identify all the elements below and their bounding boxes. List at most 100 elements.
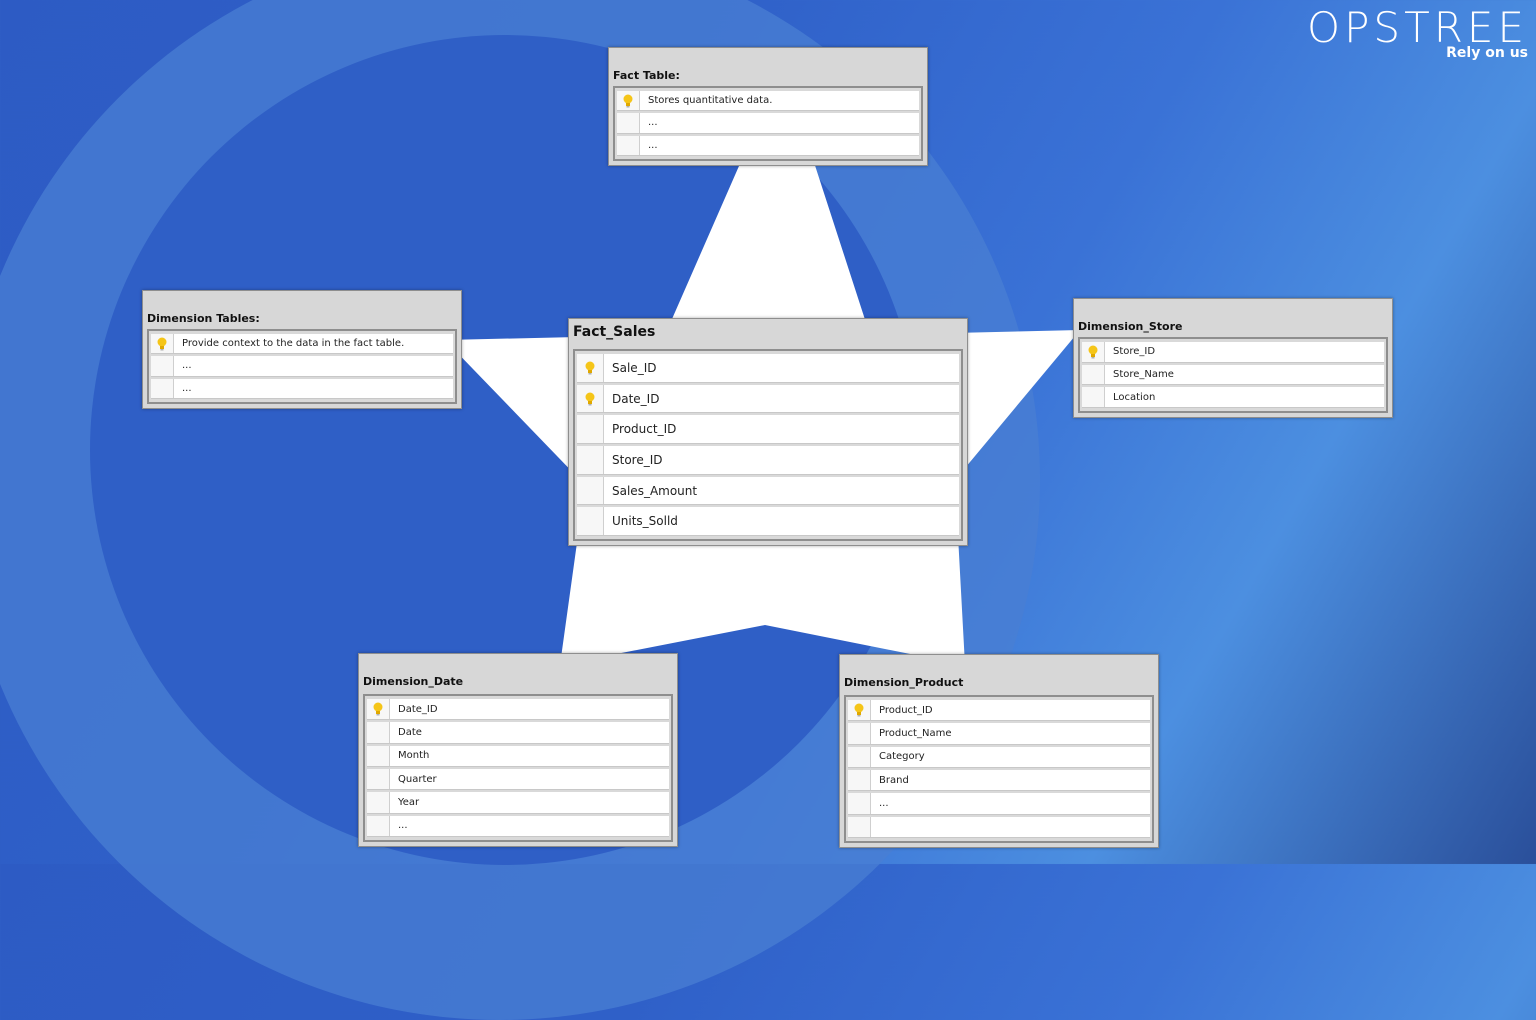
table-row: ... bbox=[617, 135, 919, 156]
row-label: Category bbox=[879, 751, 925, 763]
empty-cell bbox=[848, 746, 871, 767]
dimension-store-rows: Store_ID Store_Name Location bbox=[1078, 337, 1388, 413]
empty-cell bbox=[1082, 364, 1105, 385]
dimension-tables-note-rows: Provide context to the data in the fact … bbox=[147, 329, 457, 404]
table-row: ... bbox=[151, 356, 453, 377]
row-label: Product_ID bbox=[612, 422, 677, 437]
empty-cell bbox=[617, 113, 640, 133]
empty-cell bbox=[848, 769, 871, 791]
table-row: Location bbox=[1082, 387, 1384, 409]
dimension-store-table: Dimension_Store Store_ID Store_Name Locati… bbox=[1073, 298, 1393, 418]
empty-cell bbox=[1082, 387, 1105, 408]
empty-cell bbox=[848, 816, 871, 837]
dimension-product-table: Dimension_Product Product_ID Product_Name… bbox=[839, 654, 1159, 848]
row-label: ... bbox=[182, 360, 192, 372]
row-label: Brand bbox=[879, 774, 909, 786]
row-label: Year bbox=[398, 796, 420, 808]
row-label: ... bbox=[182, 382, 192, 394]
fact-sales-title: Fact_Sales bbox=[573, 324, 656, 340]
row-label: Sale_ID bbox=[612, 360, 657, 375]
table-row: ... bbox=[848, 793, 1150, 815]
lightbulb-icon bbox=[367, 699, 390, 720]
table-row: Store_Name bbox=[1082, 364, 1384, 386]
dimension-product-rows: Product_ID Product_Name Category Brand... bbox=[844, 695, 1154, 843]
table-row: Month bbox=[367, 745, 669, 767]
empty-cell bbox=[151, 378, 174, 398]
lightbulb-icon bbox=[577, 354, 604, 382]
dimension-date-table: Dimension_Date Date_ID Date Month Quarter Ye… bbox=[358, 653, 678, 847]
row-label: ... bbox=[648, 117, 658, 129]
row-label: Store_ID bbox=[1113, 346, 1156, 358]
empty-cell bbox=[367, 768, 390, 790]
dimension-tables-note: Dimension Tables: Provide context to the… bbox=[142, 290, 462, 409]
row-label: Date bbox=[398, 726, 422, 738]
row-label: Date_ID bbox=[612, 391, 660, 406]
fact-sales-rows: Sale_ID Date_ID Product_ID Store_ID Sales_Am… bbox=[573, 349, 963, 541]
table-row: Product_Name bbox=[848, 723, 1150, 745]
table-row: Sale_ID bbox=[577, 354, 959, 383]
brand-name: OPSTREE bbox=[1307, 3, 1528, 52]
table-row: Date_ID bbox=[367, 699, 669, 721]
lightbulb-icon bbox=[617, 91, 640, 111]
empty-cell bbox=[848, 793, 871, 814]
table-row: Category bbox=[848, 746, 1150, 768]
table-row: Date_ID bbox=[577, 384, 959, 414]
row-label: ... bbox=[648, 139, 658, 151]
lightbulb-icon bbox=[151, 334, 174, 354]
table-row: Sales_Amount bbox=[577, 476, 959, 506]
empty-cell bbox=[367, 792, 390, 813]
row-label: Provide context to the data in the fact … bbox=[182, 338, 405, 350]
empty-cell bbox=[577, 507, 604, 536]
brand-logo: OPSTREE Rely on us bbox=[1307, 3, 1528, 61]
table-row: Provide context to the data in the fact … bbox=[151, 334, 453, 355]
table-row: Product_ID bbox=[577, 415, 959, 445]
empty-cell bbox=[367, 815, 390, 836]
row-label: Units_Solld bbox=[612, 514, 678, 529]
row-label: Store_Name bbox=[1113, 369, 1174, 380]
fact-table-note: Fact Table: Stores quantitative data....… bbox=[608, 47, 928, 166]
dimension-tables-note-title: Dimension Tables: bbox=[147, 312, 260, 325]
table-row bbox=[848, 816, 1150, 838]
row-label: ... bbox=[879, 797, 889, 809]
dimension-date-rows: Date_ID Date Month Quarter Year... bbox=[363, 694, 673, 842]
empty-cell bbox=[617, 135, 640, 155]
empty-cell bbox=[577, 476, 604, 505]
fact-sales-table: Fact_Sales Sale_ID Date_ID Product_ID Store… bbox=[568, 318, 968, 546]
table-row: Store_ID bbox=[1082, 342, 1384, 363]
table-row: Date bbox=[367, 722, 669, 744]
table-row: Stores quantitative data. bbox=[617, 91, 919, 112]
empty-cell bbox=[848, 723, 871, 744]
row-label: Store_ID bbox=[612, 452, 663, 467]
table-row: ... bbox=[367, 815, 669, 837]
dimension-store-title: Dimension_Store bbox=[1078, 320, 1183, 333]
table-row: Product_ID bbox=[848, 700, 1150, 722]
table-row: Store_ID bbox=[577, 446, 959, 475]
dimension-date-title: Dimension_Date bbox=[363, 675, 464, 688]
row-label: Date_ID bbox=[398, 703, 438, 715]
empty-cell bbox=[367, 722, 390, 743]
dimension-product-title: Dimension_Product bbox=[844, 676, 964, 689]
table-row: Units_Solld bbox=[577, 507, 959, 537]
table-row: Quarter bbox=[367, 768, 669, 791]
lightbulb-icon bbox=[577, 384, 604, 413]
table-row: ... bbox=[151, 378, 453, 399]
row-label: Product_ID bbox=[879, 704, 933, 716]
fact-table-note-rows: Stores quantitative data....... bbox=[613, 86, 923, 161]
empty-cell bbox=[577, 415, 604, 444]
row-label: Quarter bbox=[398, 773, 437, 785]
empty-cell bbox=[151, 356, 174, 376]
table-row: Year bbox=[367, 792, 669, 814]
fact-table-note-title: Fact Table: bbox=[613, 69, 680, 82]
row-label: Stores quantitative data. bbox=[648, 95, 773, 107]
row-label: Sales_Amount bbox=[612, 483, 698, 498]
table-row: Brand bbox=[848, 769, 1150, 792]
lightbulb-icon bbox=[848, 700, 871, 721]
row-label: Location bbox=[1113, 391, 1156, 403]
empty-cell bbox=[367, 745, 390, 766]
lightbulb-icon bbox=[1082, 342, 1105, 362]
row-label: Month bbox=[398, 750, 430, 762]
empty-cell bbox=[577, 446, 604, 474]
row-label: ... bbox=[398, 820, 408, 832]
table-row: ... bbox=[617, 113, 919, 134]
row-label: Product_Name bbox=[879, 727, 952, 739]
